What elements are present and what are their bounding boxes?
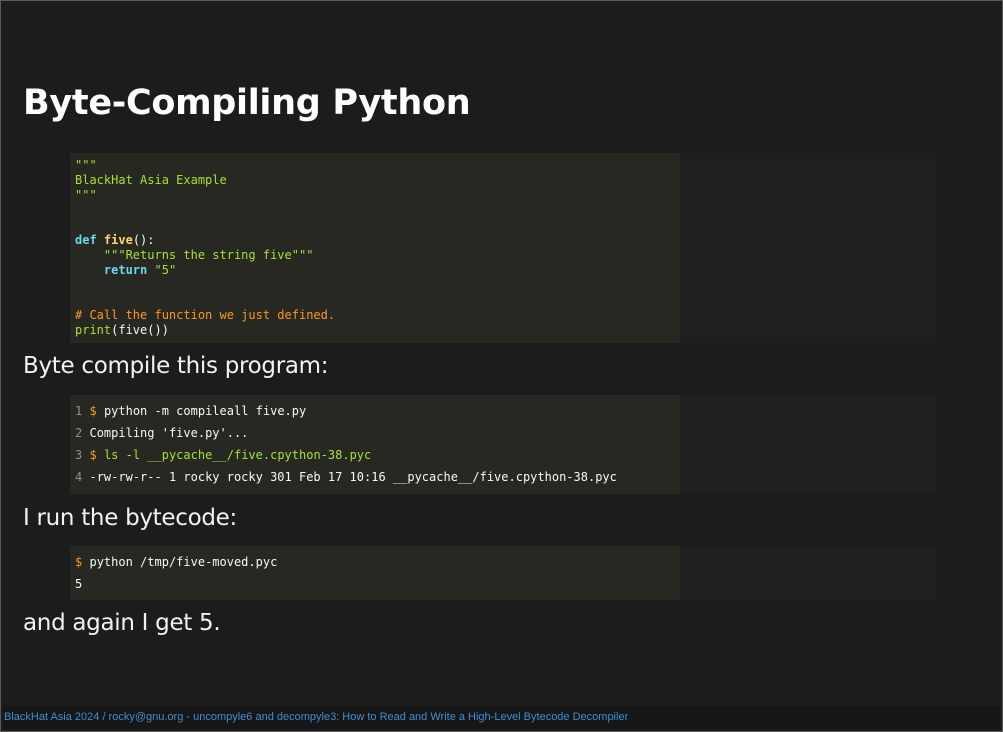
- slide: Byte-Compiling Python """ BlackHat Asia …: [3, 3, 1000, 729]
- shell-prompt: $: [89, 404, 97, 418]
- console-line: 4 -rw-rw-r-- 1 rocky rocky 301 Feb 17 10…: [75, 470, 617, 484]
- console-output: Compiling 'five.py'...: [89, 426, 249, 440]
- code-block-console-compile: 1 $ python -m compileall five.py 2 Compi…: [70, 395, 680, 494]
- code-line: def five():: [75, 233, 155, 247]
- string-literal: "5": [154, 263, 177, 277]
- slide-frame: Byte-Compiling Python """ BlackHat Asia …: [0, 0, 1003, 732]
- console-line: $ python /tmp/five-moved.pyc: [75, 555, 277, 569]
- slide-footer: BlackHat Asia 2024 / rocky@gnu.org - unc…: [3, 706, 1000, 729]
- code-line: """: [75, 158, 97, 172]
- paragraph-byte-compile: Byte compile this program:: [23, 353, 329, 379]
- docstring: """Returns the string five""": [103, 248, 314, 262]
- line-number: 3: [75, 448, 83, 462]
- keyword-return: return: [103, 263, 148, 277]
- code-line: """Returns the string five""": [75, 248, 314, 262]
- code-block-console-run: $ python /tmp/five-moved.pyc 5: [70, 546, 680, 600]
- console-line: 2 Compiling 'five.py'...: [75, 426, 248, 440]
- function-name: five: [103, 233, 133, 247]
- code-comment: # Call the function we just defined.: [75, 308, 336, 322]
- shell-prompt: $: [75, 555, 83, 569]
- paragraph-result: and again I get 5.: [23, 610, 221, 636]
- console-line: 1 $ python -m compileall five.py: [75, 404, 306, 418]
- code-line: BlackHat Asia Example: [75, 173, 227, 187]
- shell-prompt: $: [89, 448, 97, 462]
- line-number: 4: [75, 470, 83, 484]
- console-output: 5: [75, 577, 83, 591]
- code-line: print(five()): [75, 323, 169, 337]
- code-line: """: [75, 188, 97, 202]
- console-command: python /tmp/five-moved.pyc: [89, 555, 278, 569]
- console-line: 3 $ ls -l __pycache__/five.cpython-38.py…: [75, 448, 371, 462]
- keyword-def: def: [75, 233, 97, 247]
- paragraph-run-bytecode: I run the bytecode:: [23, 505, 237, 531]
- line-number: 1: [75, 404, 83, 418]
- slide-title: Byte-Compiling Python: [23, 83, 471, 123]
- line-number: 2: [75, 426, 83, 440]
- console-command: python -m compileall five.py: [103, 404, 307, 418]
- builtin-print: print: [75, 323, 112, 337]
- code-line: return "5": [75, 263, 176, 277]
- footer-link[interactable]: BlackHat Asia 2024 / rocky@gnu.org - unc…: [4, 711, 628, 723]
- console-output: -rw-rw-r-- 1 rocky rocky 301 Feb 17 10:1…: [89, 470, 617, 484]
- code-block-python: """ BlackHat Asia Example """ def five()…: [70, 153, 680, 343]
- console-command: ls -l __pycache__/five.cpython-38.pyc: [103, 448, 372, 462]
